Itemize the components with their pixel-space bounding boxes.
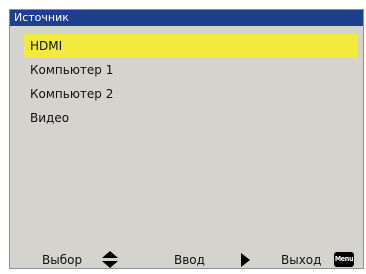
menu-title: Источник (10, 10, 363, 26)
osd-menu-panel: Источник HDMI Компьютер 1 Компьютер 2 Ви… (9, 9, 364, 269)
source-item-hdmi[interactable]: HDMI (24, 34, 358, 58)
source-list: HDMI Компьютер 1 Компьютер 2 Видео (24, 34, 358, 130)
menu-key-icon: Menu (334, 252, 354, 267)
up-down-arrows-icon (102, 251, 118, 268)
enter-hint-label: Ввод (174, 253, 205, 267)
exit-hint-label: Выход (281, 253, 322, 267)
right-arrow-icon (241, 253, 250, 267)
footer-hints: Выбор Ввод Выход Menu (10, 250, 363, 270)
select-hint-label: Выбор (42, 253, 83, 267)
source-item-video[interactable]: Видео (24, 106, 358, 130)
source-item-computer-1[interactable]: Компьютер 1 (24, 58, 358, 82)
source-item-computer-2[interactable]: Компьютер 2 (24, 82, 358, 106)
